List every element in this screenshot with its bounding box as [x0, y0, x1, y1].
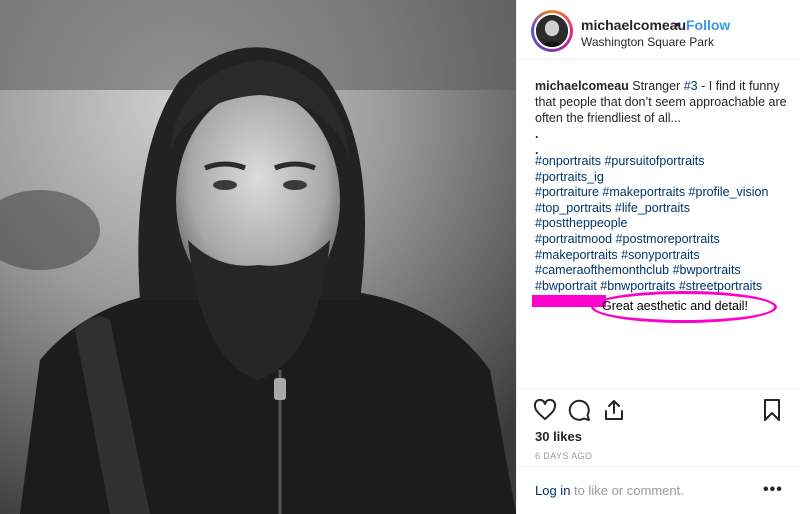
actions-divider — [517, 388, 800, 389]
post-side-panel: michaelcomeau • Follow Washington Square… — [516, 0, 800, 514]
location-link[interactable]: Washington Square Park — [581, 35, 714, 49]
footer-divider — [517, 466, 800, 467]
annotation-comment: Great aesthetic and detail! — [602, 299, 748, 313]
avatar-image — [536, 15, 568, 47]
hashtag-list: #onportraits #pursuitofportraits #portra… — [535, 154, 797, 294]
hashtag-line[interactable]: #cameraofthemonthclub #bwportraits — [535, 263, 797, 279]
hashtag-line[interactable]: #makeportraits #sonyportraits — [535, 248, 797, 264]
header-separator: • — [675, 16, 680, 32]
hashtag-line[interactable]: #posttheppeople — [535, 216, 797, 232]
caption-number-tag[interactable]: #3 — [684, 79, 698, 93]
avatar[interactable] — [534, 13, 570, 49]
post-photo[interactable] — [0, 0, 516, 514]
post-header: michaelcomeau • Follow Washington Square… — [517, 0, 800, 60]
hashtag-line[interactable]: #onportraits #pursuitofportraits — [535, 154, 797, 170]
portrait-image — [0, 0, 516, 514]
login-suffix: to like or comment. — [570, 483, 684, 498]
more-options-icon[interactable]: ••• — [763, 481, 783, 499]
caption-username[interactable]: michaelcomeau — [535, 79, 629, 93]
caption-text-before: Stranger — [628, 79, 684, 93]
hashtag-line[interactable]: #portraits_ig — [535, 170, 797, 186]
heart-icon[interactable] — [533, 398, 557, 422]
login-prompt: Log in to like or comment. — [535, 483, 684, 498]
hashtag-line[interactable]: #portraiture #makeportraits #profile_vis… — [535, 185, 797, 201]
like-count[interactable]: 30 likes — [535, 429, 582, 444]
avatar-ring[interactable] — [531, 10, 573, 52]
caption: michaelcomeau Stranger #3 - I find it fu… — [535, 78, 793, 158]
follow-button[interactable]: Follow — [686, 17, 730, 33]
comment-bubble-icon[interactable] — [567, 398, 591, 422]
header-username[interactable]: michaelcomeau — [581, 17, 686, 33]
login-link[interactable]: Log in — [535, 483, 570, 498]
post-age[interactable]: 6 DAYS AGO — [535, 451, 592, 461]
hashtag-line[interactable]: #portraitmood #postmoreportraits — [535, 232, 797, 248]
hashtag-line[interactable]: #top_portraits #life_portraits — [535, 201, 797, 217]
share-upload-icon[interactable] — [602, 398, 626, 422]
caption-dot-1: . — [535, 127, 539, 141]
bookmark-icon[interactable] — [760, 398, 784, 422]
